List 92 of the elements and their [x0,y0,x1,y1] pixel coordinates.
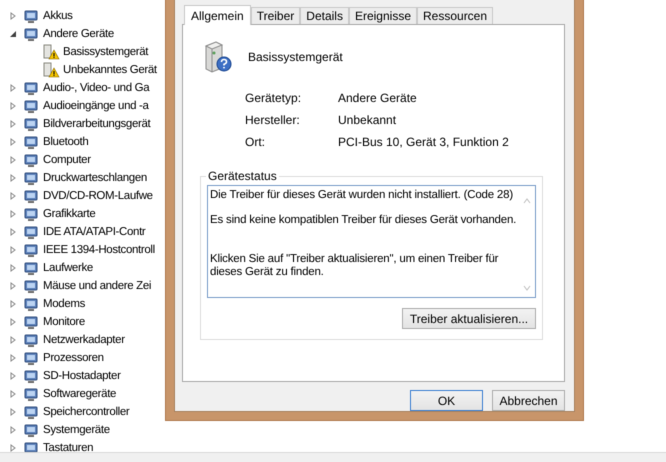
device-name: Basissystemgerät [248,50,343,64]
device-icon [23,242,39,258]
tree-item[interactable]: Bluetooth [43,136,88,148]
expand-arrow-icon[interactable] [9,354,17,362]
update-driver-button[interactable]: Treiber aktualisieren... [402,308,536,329]
device-icon [23,332,39,348]
collapse-arrow-icon[interactable] [9,30,17,38]
device-icon [23,368,39,384]
expand-arrow-icon[interactable] [9,282,17,290]
tree-item[interactable]: IDE ATA/ATAPI-Contr [43,226,146,238]
tab[interactable]: Ressourcen [417,7,494,24]
tab[interactable]: Allgemein [184,5,251,25]
tab[interactable]: Ereignisse [348,7,417,24]
expand-arrow-icon[interactable] [9,318,17,326]
expand-arrow-icon[interactable] [9,300,17,308]
tree-item[interactable]: IEEE 1394-Hostcontroll [43,244,155,256]
cancel-button[interactable]: Abbrechen [492,390,565,411]
expand-arrow-icon[interactable] [9,408,17,416]
tree-item[interactable]: Systemgeräte [43,424,110,436]
device-icon [23,80,39,96]
status-text-area[interactable] [207,185,536,298]
expand-arrow-icon[interactable] [9,228,17,236]
tree-item[interactable]: Basissystemgerät [63,46,148,58]
tree-item[interactable]: Grafikkarte [43,208,96,220]
scroll-down-icon[interactable] [523,285,531,291]
device-icon [23,350,39,366]
expand-arrow-icon[interactable] [9,84,17,92]
device-icon [23,8,39,24]
tree-item[interactable]: Akkus [43,10,73,22]
device-icon [23,224,39,240]
expand-arrow-icon[interactable] [9,102,17,110]
expand-arrow-icon[interactable] [9,210,17,218]
tree-item[interactable]: Audio-, Video- und Ga [43,82,150,94]
tree-item[interactable]: Monitore [43,316,85,328]
device-icon [23,134,39,150]
device-icon [23,278,39,294]
tree-item[interactable]: Modems [43,298,85,310]
expand-arrow-icon[interactable] [9,12,17,20]
expand-arrow-icon[interactable] [9,264,17,272]
property-value: PCI-Bus 10, Gerät 3, Funktion 2 [338,135,510,149]
tree-item[interactable]: Bildverarbeitungsgerät [43,118,150,130]
status-message: Klicken Sie auf "Treiber aktualisieren", um einen Treiber für dieses Gerät zu finden. [210,253,500,279]
property-value: Andere Geräte [338,91,418,105]
tree-item[interactable]: Netzwerkadapter [43,334,125,346]
device-icon [23,188,39,204]
tree-item[interactable]: Tastaturen [43,442,94,454]
device-icon [23,98,39,114]
group-title: Gerätestatus [207,169,278,183]
expand-arrow-icon[interactable] [9,138,17,146]
expand-arrow-icon[interactable] [9,174,17,182]
device-icon [23,386,39,402]
device-icon [23,404,39,420]
expand-arrow-icon[interactable] [9,444,17,452]
tree-item[interactable]: Softwaregeräte [43,388,116,400]
expand-arrow-icon[interactable] [9,246,17,254]
tree-item[interactable]: Audioeingänge und -a [43,100,149,112]
expand-arrow-icon[interactable] [9,372,17,380]
device-icon [23,116,39,132]
tree-item[interactable]: Mäuse und andere Zei [43,280,152,292]
device-icon [23,170,39,186]
tree-item[interactable]: SD-Hostadapter [43,370,121,382]
tab[interactable]: Details [300,7,349,24]
device-icon [23,296,39,312]
expand-arrow-icon[interactable] [9,120,17,128]
property-label: Ort: [245,135,266,149]
device-icon [23,152,39,168]
ok-button[interactable]: OK [410,390,483,411]
device-icon [23,260,39,276]
expand-arrow-icon[interactable] [9,426,17,434]
tree-item[interactable]: Computer [43,154,91,166]
tree-item[interactable]: Speichercontroller [43,406,130,418]
tree-item[interactable]: Druckwarteschlangen [43,172,147,184]
property-label: Hersteller: [245,113,301,127]
expand-arrow-icon[interactable] [9,156,17,164]
tree-item[interactable]: Unbekanntes Gerät [63,64,157,76]
device-icon [23,422,39,438]
scroll-up-icon[interactable] [523,198,531,204]
device-icon [23,314,39,330]
tree-item[interactable]: Prozessoren [43,352,104,364]
tab[interactable]: Treiber [250,7,300,24]
expand-arrow-icon[interactable] [9,192,17,200]
status-message: Die Treiber für dieses Gerät wurden nicht installiert. (Code 28) [210,189,514,202]
status-message: Es sind keine kompatiblen Treiber für dieses Gerät vorhanden. [210,214,517,227]
tree-item[interactable]: Andere Geräte [43,28,114,40]
expand-arrow-icon[interactable] [9,390,17,398]
device-icon [23,26,39,42]
expand-arrow-icon[interactable] [9,336,17,344]
property-value: Unbekannt [338,113,398,127]
property-label: Gerätetyp: [245,91,302,105]
tree-item[interactable]: Laufwerke [43,262,93,274]
device-icon [23,206,39,222]
tree-item[interactable]: DVD/CD-ROM-Laufwe [43,190,153,202]
